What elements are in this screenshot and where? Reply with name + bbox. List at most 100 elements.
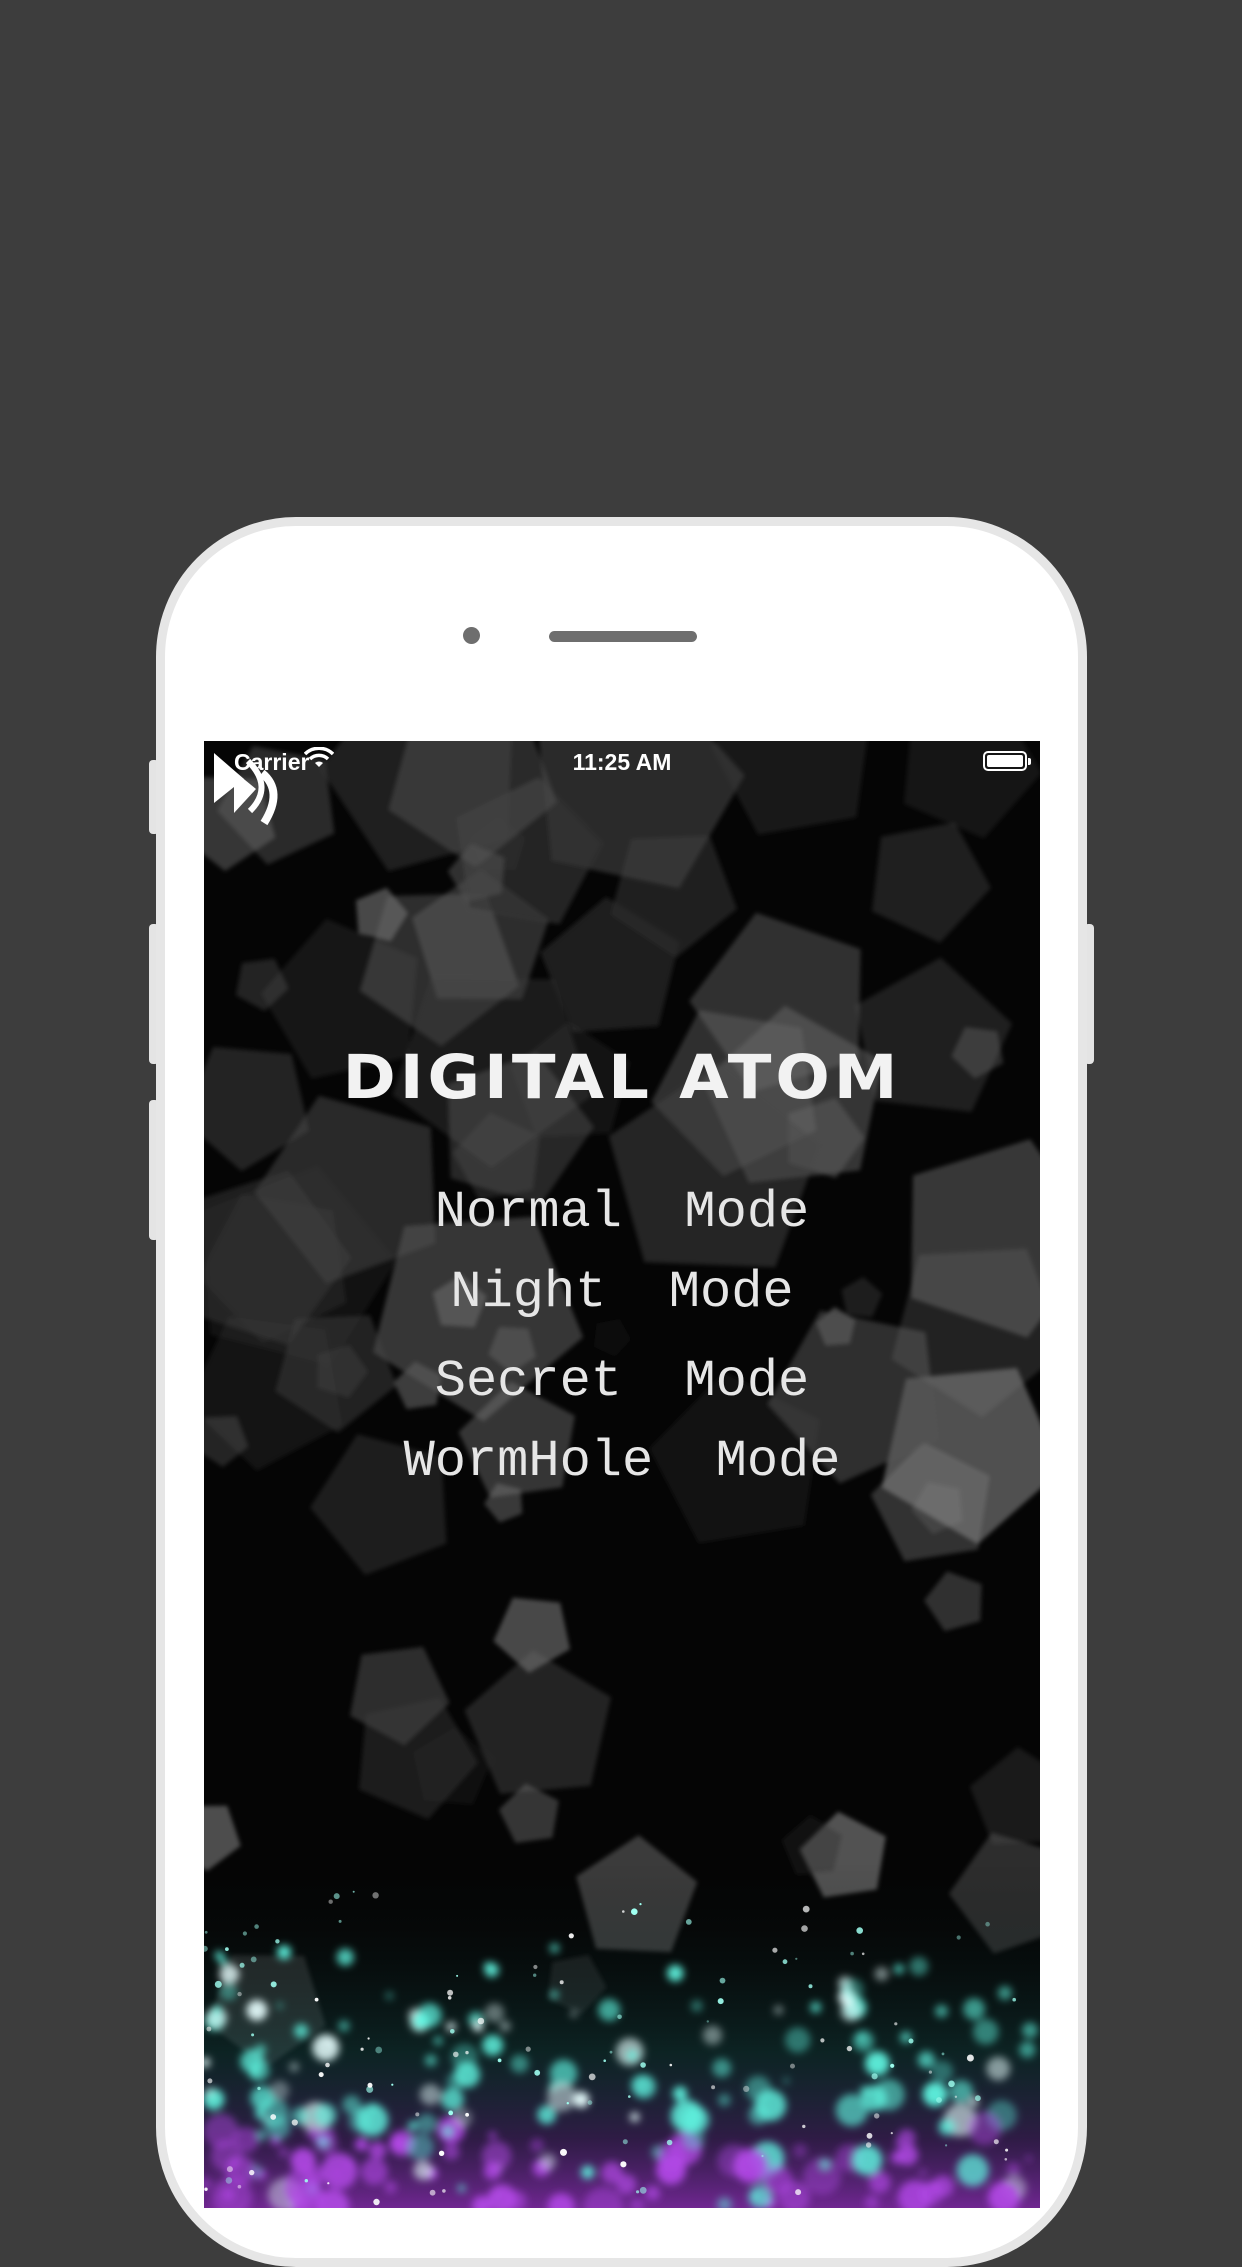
particle (354, 2137, 369, 2151)
particle (488, 2131, 497, 2140)
particle (997, 1986, 1012, 2000)
spark (717, 1998, 724, 2005)
particle (369, 2103, 378, 2112)
spark (587, 2100, 593, 2105)
particle (702, 2025, 723, 2045)
particle (629, 2112, 640, 2122)
spark (856, 1927, 863, 1934)
spark (525, 2046, 531, 2052)
spark (795, 2189, 802, 2196)
particle (249, 2060, 270, 2081)
particle (939, 2120, 953, 2134)
particle (931, 2060, 954, 2083)
secret-mode-button[interactable]: Secret Mode (204, 1352, 1040, 1411)
particle (873, 2079, 905, 2111)
spark (941, 2052, 945, 2056)
particle (384, 2180, 397, 2194)
spark (373, 2198, 380, 2206)
spark (429, 2189, 436, 2196)
front-camera (463, 627, 480, 644)
spark (685, 1919, 692, 1925)
spark (993, 2139, 999, 2145)
night-mode-button[interactable]: Night Mode (204, 1263, 1040, 1322)
spark (801, 1925, 808, 1932)
particle (932, 2175, 954, 2198)
normal-mode-button[interactable]: Normal Mode (204, 1183, 1040, 1242)
spark (251, 2033, 255, 2037)
particle (390, 2135, 407, 2152)
spark (808, 1984, 813, 1989)
spark (966, 2054, 974, 2062)
spark (207, 2078, 213, 2084)
particle (690, 2000, 703, 2012)
spark (352, 1890, 355, 1893)
particle (782, 2077, 790, 2085)
status-bar: Carrier 11:25 AM (204, 741, 1040, 785)
spark (415, 2112, 420, 2117)
spark (237, 1991, 242, 1997)
particle (385, 1991, 394, 2000)
spark (636, 2190, 640, 2194)
particle (221, 2188, 235, 2201)
particle (893, 1963, 905, 1975)
spark (318, 2072, 324, 2078)
spark (603, 2059, 606, 2062)
particle (793, 2143, 808, 2158)
spark (850, 1951, 854, 1956)
spark (761, 2154, 764, 2158)
particle (530, 2138, 544, 2153)
spark (719, 1977, 726, 1984)
particle (255, 2044, 267, 2056)
particle (841, 1978, 864, 2001)
spark (866, 2132, 873, 2139)
spark (372, 1892, 379, 1899)
spark (456, 1974, 459, 1977)
particle (539, 2153, 557, 2170)
battery-icon (983, 751, 1031, 771)
particle (324, 2038, 334, 2048)
particle (257, 2097, 289, 2129)
wormhole-mode-button[interactable]: WormHole Mode (204, 1432, 1040, 1491)
spark (795, 1957, 798, 1960)
particle (294, 2023, 309, 2039)
particle (670, 2099, 704, 2133)
particle (204, 2086, 216, 2098)
particle (219, 1964, 240, 1985)
particle (922, 2082, 948, 2107)
spark (631, 1908, 638, 1915)
spark (588, 2073, 596, 2081)
spark (438, 2150, 445, 2156)
spark (666, 2139, 673, 2146)
spark (936, 2097, 942, 2103)
spark (609, 2050, 613, 2054)
spark (465, 2112, 469, 2117)
spark (275, 1939, 280, 1944)
particle (656, 2154, 686, 2185)
spark (622, 1910, 625, 1913)
spark (534, 2069, 541, 2076)
particle (320, 2126, 335, 2141)
particle (672, 2086, 688, 2101)
particle (278, 2146, 290, 2158)
particle (406, 2133, 435, 2161)
spark (204, 1930, 208, 1934)
particle (412, 2012, 430, 2030)
spark (450, 2029, 455, 2034)
spark (333, 1893, 340, 1900)
spark (250, 1956, 257, 1963)
sound-logo-icon[interactable] (204, 741, 294, 831)
spark (711, 2085, 716, 2090)
particle (874, 1966, 889, 1981)
spark (669, 2063, 673, 2067)
particle (895, 2139, 902, 2147)
spark (239, 1962, 245, 1968)
spark (497, 2058, 502, 2063)
spark (1005, 2148, 1009, 2152)
bokeh-shape (872, 822, 991, 943)
spark (206, 2026, 212, 2032)
particle (601, 2161, 623, 2184)
spark (453, 2051, 459, 2058)
spark (890, 2132, 893, 2135)
spark (447, 1989, 454, 1996)
particle (483, 2162, 502, 2180)
